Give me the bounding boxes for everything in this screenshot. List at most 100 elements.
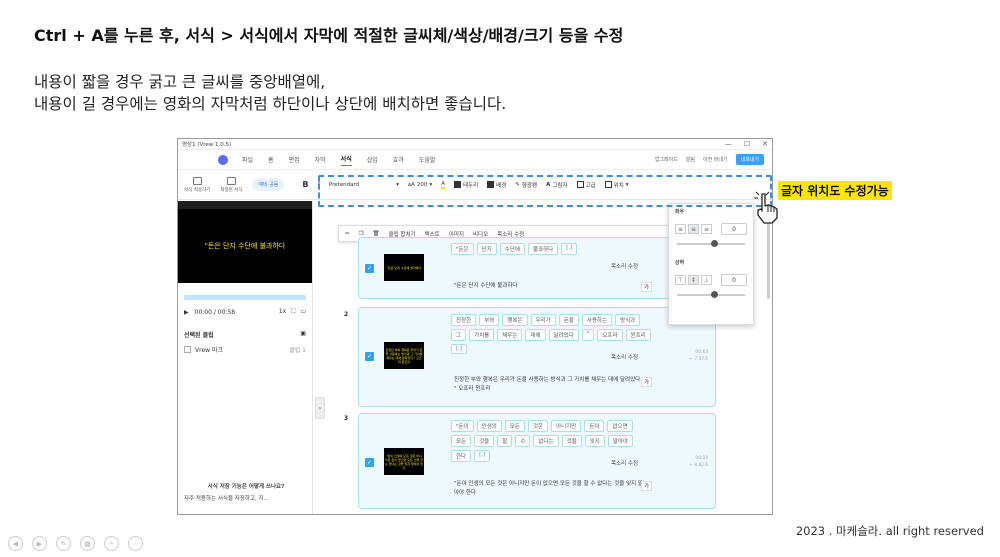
word-chip[interactable]: 돈을 [558, 314, 579, 326]
caption-style-icon[interactable]: 가 [641, 481, 653, 491]
word-chip[interactable]: 진정한 [451, 314, 477, 326]
align-center-icon[interactable]: ≡ [688, 224, 699, 234]
slider-knob[interactable] [711, 240, 718, 247]
word-chip[interactable]: 할 [497, 435, 513, 447]
word-chip[interactable]: 잊지 [584, 435, 605, 447]
word-chip[interactable]: "돈은 [451, 243, 474, 255]
word-chip[interactable]: " [581, 329, 595, 341]
word-chip[interactable]: 부와 [479, 314, 500, 326]
caption-style-icon[interactable]: 가 [641, 377, 653, 387]
vertical-offset-input[interactable]: 0 [721, 274, 747, 286]
voice-edit-link[interactable]: 목소리 수정 [611, 459, 638, 467]
word-chip[interactable]: 것은 [527, 420, 549, 432]
horizontal-offset-input[interactable]: 0 [721, 223, 747, 235]
vertical-slider[interactable] [677, 291, 745, 298]
saved-format-button[interactable]: 적정된 서식 [220, 176, 242, 193]
speed-select[interactable]: 1x [279, 308, 286, 316]
pen-icon[interactable]: ✎ [56, 536, 71, 551]
horizontal-slider[interactable] [677, 240, 745, 247]
menu-file[interactable]: 파일 [242, 155, 253, 164]
word-chip[interactable]: 아니지만 [551, 420, 582, 432]
menu-insert[interactable]: 삽입 [367, 155, 378, 164]
clip-checkbox[interactable]: ✓ [365, 264, 374, 273]
menu-format[interactable]: 서식 [340, 154, 352, 166]
word-chip[interactable]: 수단에 [499, 243, 525, 255]
caption-icon[interactable]: ▭ [300, 308, 306, 316]
word-chip[interactable]: 우리가 [530, 314, 556, 326]
clip-card-1[interactable]: ✓ "돈은 단지 수단에 불과하다 "돈은 단지 수단에 불과하다 [.] 목소… [358, 237, 716, 299]
video-preview[interactable]: "돈은 단지 수단에 불과하다 [178, 209, 312, 283]
prev-slide-icon[interactable]: ◀ [8, 536, 23, 551]
word-chip[interactable]: 채우는 [497, 329, 523, 341]
bold-button[interactable]: B [302, 180, 308, 189]
selected-clip-item[interactable]: Vrew 마크 클립 1 [184, 345, 306, 354]
menu-help[interactable]: 도움말 [419, 155, 436, 164]
word-chip[interactable]: 모든 [504, 420, 525, 432]
minimize-button[interactable]: — [725, 140, 732, 148]
word-chip[interactable]: 가치를 [469, 329, 495, 341]
play-icon[interactable]: ▶ [184, 309, 189, 316]
word-chip[interactable]: [.] [474, 450, 491, 462]
word-chip[interactable]: "돈이 [451, 420, 474, 432]
word-chip[interactable]: 달려있다 [548, 329, 579, 341]
clip-checkbox[interactable]: ✓ [365, 458, 374, 467]
align-middle-icon[interactable]: ‡ [688, 275, 699, 285]
word-chip[interactable]: 방식과 [615, 314, 641, 326]
word-chip[interactable]: 윈프리 [625, 329, 651, 341]
close-button[interactable]: ✕ [762, 140, 768, 148]
clip-card-2[interactable]: ✓ 진정한 부와 행복은 우리가 돈을 사용하는 방식과 그 가치를 채우는 데… [358, 307, 716, 407]
previous-export-button[interactable]: 이전 버내기 [703, 156, 728, 163]
word-chip[interactable]: 사용하는 [581, 314, 613, 326]
preset-pill[interactable]: 예비 공동 [252, 178, 285, 191]
word-chip[interactable]: 데에 [525, 329, 546, 341]
align-right-icon[interactable]: ≡ [701, 224, 712, 234]
align-left-icon[interactable]: ≡ [675, 224, 686, 234]
selected-clip-checkbox[interactable] [184, 346, 191, 353]
menu-edit[interactable]: 편집 [289, 155, 300, 164]
word-chip[interactable]: 말아야 [607, 435, 633, 447]
word-chip[interactable]: 오프라 [597, 329, 623, 341]
voice-edit-link[interactable]: 목소리 수정 [611, 353, 638, 361]
export-button[interactable]: 내보내기 [735, 154, 764, 165]
word-chip[interactable]: 것을 [561, 435, 582, 447]
menu-effects[interactable]: 효과 [393, 155, 404, 164]
profile-icon[interactable] [218, 154, 228, 165]
word-chip[interactable]: 행복은 [502, 314, 528, 326]
word-chip[interactable]: [.] [561, 243, 578, 255]
scissors-icon[interactable]: ✂ [345, 231, 350, 237]
clip-checkbox[interactable]: ✓ [365, 352, 374, 361]
zoom-icon[interactable]: ⌕ [104, 536, 119, 551]
word-chip[interactable]: 모든 [451, 435, 472, 447]
slider-knob[interactable] [711, 291, 718, 298]
word-chip[interactable]: 없으면 [607, 420, 633, 432]
clip-caption[interactable]: "돈은 단지 수단에 불과하다 [454, 282, 644, 291]
apply-format-button[interactable]: 서식 적용하기 [184, 176, 210, 193]
align-bottom-icon[interactable]: ⊥ [701, 275, 712, 285]
more-icon[interactable]: ⋯ [128, 536, 143, 551]
maximize-button[interactable]: ☐ [744, 140, 750, 148]
caption-style-icon[interactable]: 가 [641, 282, 653, 292]
word-chip[interactable]: 수 [515, 435, 531, 447]
voice-edit-link[interactable]: 목소리 수정 [611, 262, 638, 270]
word-chip[interactable]: 없다는 [533, 435, 559, 447]
upgrade-button[interactable]: 업그레이드 [655, 156, 678, 163]
word-chip[interactable]: 한다 [451, 450, 472, 462]
align-top-icon[interactable]: ⊤ [675, 275, 686, 285]
fullscreen-icon[interactable]: ⛶ [291, 308, 295, 316]
menu-subtitle[interactable]: 자막 [315, 155, 326, 164]
notification-button[interactable]: 알림 [686, 156, 695, 163]
word-chip[interactable]: 돈이 [584, 420, 605, 432]
menu-home[interactable]: 홈 [268, 155, 274, 164]
word-chip[interactable]: 불과하다 [527, 243, 559, 255]
selected-clip-icon[interactable]: ▣ [300, 330, 306, 339]
clip-caption[interactable]: 진정한 부와 행복은 우리가 돈을 사용하는 방식과 그 가치를 채우는 데에 … [454, 376, 644, 395]
word-chip[interactable]: [.] [451, 344, 468, 354]
clip-card-3[interactable]: ✓ "돈이 인생의 모든 것은 아니지만 돈이 없으면 모든 것을 할 수 없다… [358, 413, 716, 509]
word-chip[interactable]: 인생의 [476, 420, 502, 432]
copy-icon[interactable]: ❐ [359, 231, 364, 237]
word-chip[interactable]: 그 [451, 329, 467, 341]
delete-icon[interactable]: 🗑 [373, 231, 380, 237]
word-chip[interactable]: 것을 [474, 435, 495, 447]
word-chip[interactable]: 단지 [476, 243, 497, 255]
clip-caption[interactable]: "돈이 인생의 모든 것은 아니지만 돈이 없으면 모든 것을 할 수 없다는 … [454, 480, 644, 499]
